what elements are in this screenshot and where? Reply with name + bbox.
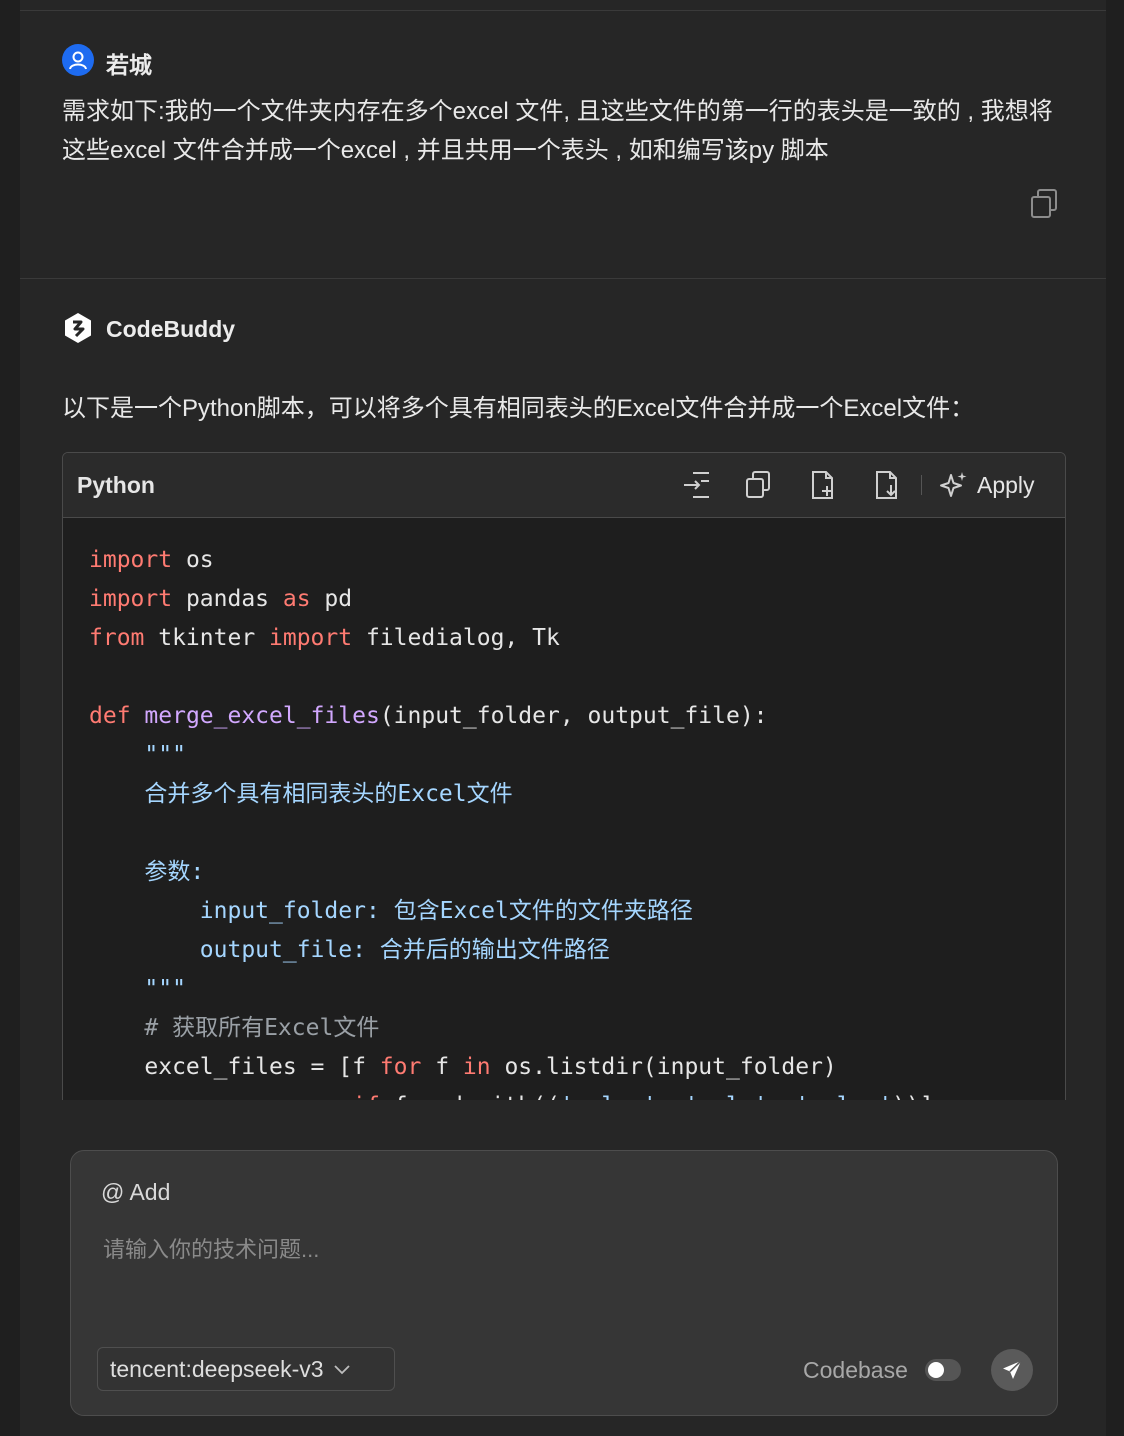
code-language-label: Python [77,472,155,499]
code-token: excel_files = [f [89,1054,380,1080]
code-token: 参数: [89,859,204,885]
code-token: as [283,586,311,612]
chevron-down-icon [332,1359,352,1379]
divider [20,278,1106,279]
model-select[interactable]: tencent:deepseek-v3 [97,1347,395,1391]
user-name: 若城 [106,46,152,80]
user-avatar-icon [62,44,94,76]
send-icon [1000,1358,1024,1382]
assistant-intro-text: 以下是一个Python脚本，可以将多个具有相同表头的Excel文件合并成一个Ex… [62,388,974,423]
code-token: import [89,586,172,612]
toolbar-separator [921,475,922,495]
codebase-label: Codebase [803,1357,908,1384]
code-token: output_file: 合并后的输出文件路径 [89,937,610,963]
code-token: filedialog, Tk [352,625,560,651]
apply-label: Apply [977,472,1035,499]
code-content: import os import pandas as pd from tkint… [89,541,934,1126]
code-token: tkinter [144,625,269,651]
code-token: in [463,1054,491,1080]
code-token: (input_folder, output_file): [380,703,768,729]
code-token: """ [89,976,186,1002]
question-input[interactable] [101,1229,1025,1271]
code-token: import [89,547,172,573]
send-button[interactable] [991,1349,1033,1391]
divider [20,10,1106,11]
assistant-name: CodeBuddy [106,316,235,343]
code-token: input_folder: 包含Excel文件的文件夹路径 [89,898,693,924]
code-token: pd [311,586,353,612]
apply-button[interactable]: Apply [939,469,1035,501]
codebase-toggle[interactable] [925,1359,961,1381]
sparkle-icon [939,470,969,500]
insert-at-cursor-icon[interactable] [681,469,713,501]
user-message-text: 需求如下:我的一个文件夹内存在多个excel 文件, 且这些文件的第一行的表头是… [62,92,1072,170]
add-context-button[interactable]: @ Add [101,1179,170,1206]
code-token: for [380,1054,422,1080]
code-token: pandas [172,586,283,612]
model-select-label: tencent:deepseek-v3 [110,1356,324,1383]
code-token: os [172,547,214,573]
code-block-header: Python [63,453,1065,518]
scrollbar-track[interactable] [1106,0,1124,1436]
copy-code-icon[interactable] [743,469,775,501]
code-token: # 获取所有Excel文件 [89,1015,379,1041]
code-token: 合并多个具有相同表头的Excel文件 [89,781,513,807]
copy-message-icon[interactable] [1030,188,1060,220]
toggle-knob [928,1362,944,1378]
codebuddy-logo-icon [62,312,94,344]
code-token: """ [89,742,186,768]
code-token: f [421,1054,463,1080]
code-token: import [269,625,352,651]
code-block: Python [62,452,1066,1134]
new-file-icon[interactable] [807,469,839,501]
chat-composer: @ Add tencent:deepseek-v3 Codebase [70,1150,1058,1416]
save-to-file-icon[interactable] [871,469,903,501]
code-token: os.listdir(input_folder) [491,1054,837,1080]
code-token: from [89,625,144,651]
code-token: def [89,703,131,729]
code-token: merge_excel_files [144,703,379,729]
